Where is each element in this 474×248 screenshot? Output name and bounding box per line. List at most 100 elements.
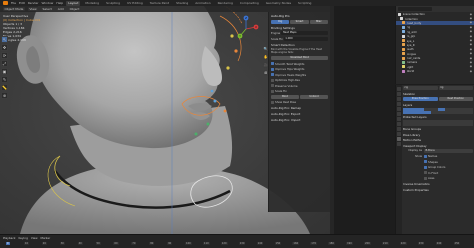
layer-toggle[interactable] — [403, 123, 410, 126]
view-layer-tab-icon[interactable] — [397, 102, 401, 106]
keying-menu[interactable]: Keying — [18, 236, 27, 240]
physics-tab-icon[interactable] — [397, 127, 401, 131]
tab-rendering[interactable]: Rendering — [216, 1, 235, 6]
scale-field[interactable]: 1.000 — [283, 36, 328, 41]
mode-selector[interactable]: Object Mode — [3, 7, 25, 11]
modifier-tab-icon[interactable] — [397, 122, 401, 126]
shapes-checkbox[interactable] — [424, 160, 427, 164]
menu-render[interactable]: Render — [28, 1, 39, 5]
outliner-search-input[interactable] — [398, 7, 432, 11]
axes-checkbox[interactable] — [424, 176, 427, 180]
engine-dropdown[interactable]: Heat Maps — [281, 31, 328, 36]
layer-toggle[interactable] — [466, 111, 473, 114]
improve-hips-checkbox[interactable] — [271, 67, 274, 71]
visibility-eye-icon[interactable]: ◉ — [470, 21, 472, 24]
custom-properties-header[interactable]: Custom Properties — [403, 188, 473, 192]
transform-tool-icon[interactable]: ▣ — [1, 68, 8, 75]
tab-compositing[interactable]: Compositing — [238, 1, 261, 6]
visibility-eye-icon[interactable]: ◉ — [470, 52, 472, 55]
add-cube-tool-icon[interactable]: ⊕ — [1, 92, 8, 99]
tab-animation[interactable]: Animation — [193, 1, 212, 6]
visibility-eye-icon[interactable]: ◉ — [470, 35, 472, 38]
layer-toggle[interactable] — [410, 123, 417, 126]
group-colors-checkbox[interactable] — [424, 165, 427, 169]
view-menu[interactable]: View — [27, 7, 39, 11]
3d-viewport[interactable]: Object Mode View Select Add Object User … — [0, 6, 330, 234]
tab-rig[interactable]: Rig — [271, 19, 290, 24]
outliner-row[interactable]: World ◉ — [396, 69, 474, 73]
import-panel-header[interactable]: Auto-Rig Pro: Import — [271, 118, 328, 122]
visibility-eye-icon[interactable]: ◉ — [470, 57, 472, 60]
output-tab-icon[interactable] — [397, 97, 401, 101]
visibility-eye-icon[interactable]: ◉ — [470, 39, 472, 42]
show-rest-pose-checkbox[interactable] — [271, 100, 274, 104]
view-menu[interactable]: View — [31, 236, 38, 240]
rotate-tool-icon[interactable]: ⟳ — [1, 52, 8, 59]
tab-sculpting[interactable]: Sculpting — [104, 1, 122, 6]
scale-tool-icon[interactable]: ⤢ — [1, 60, 8, 67]
layer-toggle[interactable] — [431, 123, 438, 126]
menu-window[interactable]: Window — [42, 1, 54, 5]
tool-tab-icon[interactable] — [397, 87, 401, 91]
select-menu[interactable]: Select — [41, 7, 54, 11]
layer-toggle[interactable] — [431, 111, 438, 114]
tab-texture-paint[interactable]: Texture Paint — [148, 1, 171, 6]
annotate-tool-icon[interactable]: ✎ — [1, 76, 8, 83]
layer-toggle[interactable] — [424, 111, 431, 114]
data-name-field[interactable]: rig — [438, 86, 473, 91]
layer-toggle[interactable] — [445, 123, 452, 126]
layer-toggle[interactable] — [417, 111, 424, 114]
visibility-eye-icon[interactable]: ◉ — [470, 26, 472, 29]
unbind-button[interactable]: Unbind — [300, 94, 328, 99]
tab-geometry-nodes[interactable]: Geometry Nodes — [264, 1, 293, 6]
names-checkbox[interactable] — [424, 154, 427, 158]
skeleton-heading[interactable]: Skeleton — [403, 92, 473, 96]
layer-toggle[interactable] — [459, 111, 466, 114]
layer-toggle[interactable] — [403, 111, 410, 114]
bone-tab-icon[interactable] — [397, 142, 401, 146]
layer-toggle[interactable] — [452, 111, 459, 114]
armature-data-tab-icon[interactable] — [397, 137, 401, 141]
tab-layout[interactable]: Layout — [66, 0, 81, 6]
render-tab-icon[interactable] — [397, 92, 401, 96]
object-tab-icon[interactable] — [397, 117, 401, 121]
tab-uv-editing[interactable]: UV Editing — [125, 1, 145, 6]
layer-toggle[interactable] — [452, 123, 459, 126]
motion-paths-header[interactable]: Motion Paths — [403, 138, 473, 142]
navigation-gizmo[interactable]: X Y Z — [232, 15, 260, 43]
n-panel-tabs[interactable] — [330, 6, 334, 234]
optimize-high-res-checkbox[interactable] — [271, 78, 274, 82]
smooth-twist-checkbox[interactable] — [271, 62, 274, 66]
move-tool-icon[interactable]: ✥ — [1, 44, 8, 51]
layer-toggle[interactable] — [410, 111, 417, 114]
visibility-eye-icon[interactable]: ◉ — [470, 61, 472, 64]
tab-shading[interactable]: Shading — [174, 1, 190, 6]
bone-groups-header[interactable]: Bone Groups — [403, 127, 473, 131]
bind-button[interactable]: Bind — [271, 94, 299, 99]
improve-heels-checkbox[interactable] — [271, 73, 274, 77]
pose-position-button[interactable]: Pose Position — [403, 97, 438, 102]
visibility-eye-icon[interactable]: ◉ — [470, 70, 472, 73]
bone-layers-grid[interactable] — [403, 108, 473, 114]
display-as-dropdown[interactable]: B-Bone — [424, 148, 473, 153]
rest-position-button[interactable]: Rest Position — [438, 97, 473, 102]
visibility-eye-icon[interactable]: ◉ — [470, 65, 472, 68]
layer-toggle[interactable] — [445, 111, 452, 114]
tab-modeling[interactable]: Modeling — [83, 1, 101, 6]
scale-fix-checkbox[interactable] — [271, 89, 274, 93]
visibility-eye-icon[interactable]: ◉ — [470, 43, 472, 46]
preserve-volume-checkbox[interactable] — [271, 84, 274, 88]
menu-edit[interactable]: Edit — [19, 1, 25, 5]
in-front-checkbox[interactable] — [424, 171, 427, 175]
protected-layers-grid[interactable] — [403, 120, 473, 126]
export-panel-header[interactable]: Auto-Rig Pro: Export — [271, 112, 328, 116]
visibility-eye-icon[interactable]: ◉ — [470, 17, 472, 20]
menu-file[interactable]: File — [11, 1, 16, 5]
blender-logo-icon[interactable] — [3, 1, 8, 5]
voxelized-bind-button[interactable]: Voxelized Bind — [271, 56, 328, 61]
scene-tab-icon[interactable] — [397, 107, 401, 111]
constraint-tab-icon[interactable] — [397, 132, 401, 136]
layer-toggle[interactable] — [424, 123, 431, 126]
playback-menu[interactable]: Playback — [3, 236, 15, 240]
tab-misc[interactable]: Misc — [309, 19, 328, 24]
